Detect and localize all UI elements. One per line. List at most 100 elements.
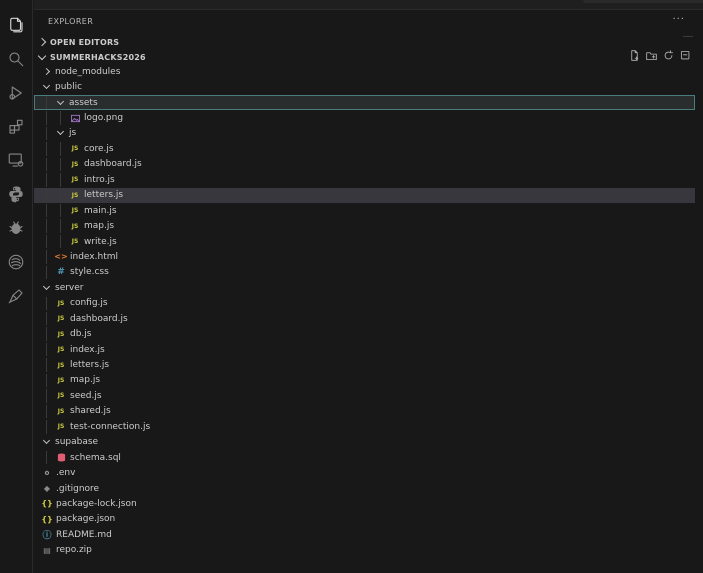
tree-item-label: map.js: [84, 221, 115, 232]
tree-item-label: .gitignore: [56, 483, 100, 494]
file-item[interactable]: ▤ repo.zip: [34, 543, 695, 558]
file-item[interactable]: JS index.js: [34, 342, 695, 357]
file-item[interactable]: JS intro.js: [34, 172, 695, 187]
file-item[interactable]: JS letters.js: [34, 357, 695, 372]
json-file-icon: {}: [41, 499, 53, 509]
file-item[interactable]: ⓘ README.md: [34, 527, 695, 542]
file-item[interactable]: JS seed.js: [34, 388, 695, 403]
new-folder-icon[interactable]: [646, 50, 657, 61]
file-item[interactable]: JS config.js: [34, 296, 695, 311]
tree-item-label: db.js: [70, 329, 92, 340]
js-file-icon: JS: [71, 160, 79, 168]
collapse-all-icon[interactable]: [680, 50, 691, 61]
new-file-icon[interactable]: [629, 50, 640, 61]
tree-item-label: dashboard.js: [70, 313, 128, 324]
js-file-icon: JS: [57, 330, 65, 338]
js-file-icon: JS: [57, 361, 65, 369]
git-file-icon: ◆: [43, 484, 51, 494]
tree-item-label: letters.js: [84, 190, 124, 201]
file-item[interactable]: JS core.js: [34, 141, 695, 156]
tree-item-label: repo.zip: [56, 545, 92, 556]
folder-item[interactable]: server: [34, 280, 695, 295]
folder-item[interactable]: public: [34, 79, 695, 94]
js-file-icon: JS: [71, 191, 79, 199]
file-item[interactable]: # style.css: [34, 265, 695, 280]
file-item[interactable]: ◆ .gitignore: [34, 481, 695, 496]
gear-icon: ⚙: [44, 469, 50, 477]
file-item[interactable]: {} package-lock.json: [34, 496, 695, 511]
tree-item-label: main.js: [84, 205, 117, 216]
file-item[interactable]: JS map.js: [34, 218, 695, 233]
files-icon[interactable]: [5, 14, 27, 36]
image-file-icon: [70, 114, 80, 123]
file-item[interactable]: JS dashboard.js: [34, 311, 695, 326]
search-icon[interactable]: [5, 48, 27, 70]
open-editors-label: OPEN EDITORS: [50, 37, 120, 47]
js-file-icon: JS: [71, 222, 79, 230]
tree-item-label: README.md: [56, 529, 112, 540]
more-actions-icon[interactable]: ···: [672, 14, 685, 25]
testing-icon[interactable]: [5, 217, 27, 239]
file-item[interactable]: JS dashboard.js: [34, 157, 695, 172]
file-item[interactable]: ⚙ .env: [34, 465, 695, 480]
folder-item[interactable]: node_modules: [34, 64, 695, 79]
tree-item-label: assets: [69, 97, 98, 108]
chevron-down-icon[interactable]: [42, 82, 51, 92]
js-file-icon: JS: [57, 346, 65, 354]
chevron-down-icon[interactable]: [42, 282, 51, 292]
top-strip: [34, 0, 703, 10]
deploy-icon[interactable]: [5, 285, 27, 307]
file-item[interactable]: JS db.js: [34, 326, 695, 341]
js-file-icon: JS: [57, 392, 65, 400]
tree-item-label: server: [55, 282, 84, 293]
tree-item-label: dashboard.js: [84, 159, 142, 170]
chevron-right-icon[interactable]: [42, 67, 51, 76]
run-debug-icon[interactable]: [5, 82, 27, 104]
chevron-down-icon[interactable]: [56, 128, 65, 138]
remote-explorer-icon[interactable]: [5, 149, 27, 171]
file-item[interactable]: logo.png: [34, 110, 695, 125]
chevron-down-icon[interactable]: [42, 437, 51, 447]
project-section[interactable]: SUMMERHACKS2026: [34, 50, 703, 64]
tree-item-label: write.js: [84, 236, 117, 247]
html-file-icon: <>: [54, 252, 68, 262]
tree-item-label: shared.js: [70, 406, 111, 417]
file-item[interactable]: <> index.html: [34, 249, 695, 264]
extensions-icon[interactable]: [5, 116, 27, 138]
file-item[interactable]: JS write.js: [34, 234, 695, 249]
file-item[interactable]: JS main.js: [34, 203, 695, 218]
tree-item-label: package-lock.json: [56, 498, 137, 509]
tree-item-label: node_modules: [55, 66, 121, 77]
js-file-icon: JS: [57, 423, 65, 431]
js-file-icon: JS: [71, 207, 79, 215]
tree-item-label: logo.png: [84, 113, 124, 124]
folder-item[interactable]: js: [34, 126, 695, 141]
css-file-icon: #: [57, 267, 65, 278]
tree-item-label: js: [69, 128, 77, 139]
open-editors-section[interactable]: OPEN EDITORS: [34, 35, 703, 49]
tree-item-label: letters.js: [70, 360, 110, 371]
file-item[interactable]: JS shared.js: [34, 404, 695, 419]
folder-item[interactable]: supabase: [34, 435, 695, 450]
file-item[interactable]: JS map.js: [34, 373, 695, 388]
file-item[interactable]: {} package.json: [34, 512, 695, 527]
tree-item-label: supabase: [55, 437, 99, 448]
tree-item-label: map.js: [70, 375, 101, 386]
chevron-down-icon[interactable]: [56, 97, 65, 107]
chevron-right-icon: [37, 37, 47, 47]
folder-item[interactable]: assets: [34, 94, 695, 111]
project-label: SUMMERHACKS2026: [50, 52, 146, 62]
tree-item-label: index.js: [70, 344, 105, 355]
activity-bar: [0, 0, 33, 573]
json-file-icon: {}: [41, 514, 53, 524]
file-item[interactable]: JS test-connection.js: [34, 419, 695, 434]
tree-item-label: style.css: [70, 267, 109, 278]
refresh-icon[interactable]: [663, 50, 674, 61]
file-item[interactable]: schema.sql: [34, 450, 695, 465]
js-file-icon: JS: [57, 315, 65, 323]
database-icon[interactable]: [5, 251, 27, 273]
tree-item-label: test-connection.js: [70, 421, 151, 432]
python-icon[interactable]: [5, 183, 27, 205]
file-item[interactable]: JS letters.js: [34, 187, 695, 203]
js-file-icon: JS: [71, 176, 79, 184]
